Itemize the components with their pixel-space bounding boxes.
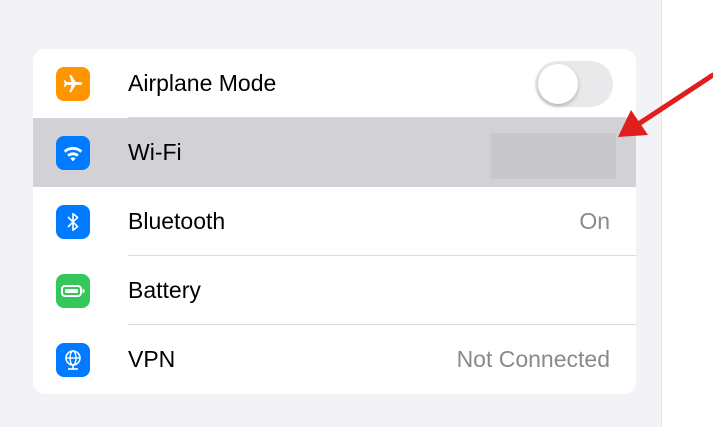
screen: Airplane Mode Wi-Fi Bluetooth On Battery… [0,0,713,427]
row-vpn[interactable]: VPN Not Connected [33,325,636,394]
airplane-icon [56,66,90,101]
row-bluetooth[interactable]: Bluetooth On [33,187,636,256]
detail-pane [662,0,713,427]
battery-icon [56,273,90,308]
vpn-status: Not Connected [456,346,610,372]
wifi-network-name-redacted [491,133,616,179]
settings-pane: Airplane Mode Wi-Fi Bluetooth On Battery… [0,0,661,427]
bluetooth-icon [56,204,90,239]
airplane-mode-toggle[interactable] [535,60,613,107]
bluetooth-status: On [579,208,610,234]
vpn-globe-icon [56,342,90,377]
battery-label: Battery [128,277,201,303]
bluetooth-label: Bluetooth [128,208,226,234]
toggle-knob [538,63,578,104]
row-wifi[interactable]: Wi-Fi [33,118,636,187]
vpn-label: VPN [128,346,176,372]
row-airplane-mode[interactable]: Airplane Mode [33,49,636,118]
wifi-icon [56,135,90,170]
settings-group: Airplane Mode Wi-Fi Bluetooth On Battery… [33,49,636,394]
airplane-mode-label: Airplane Mode [128,70,277,96]
row-battery[interactable]: Battery [33,256,636,325]
wifi-label: Wi-Fi [128,139,182,165]
